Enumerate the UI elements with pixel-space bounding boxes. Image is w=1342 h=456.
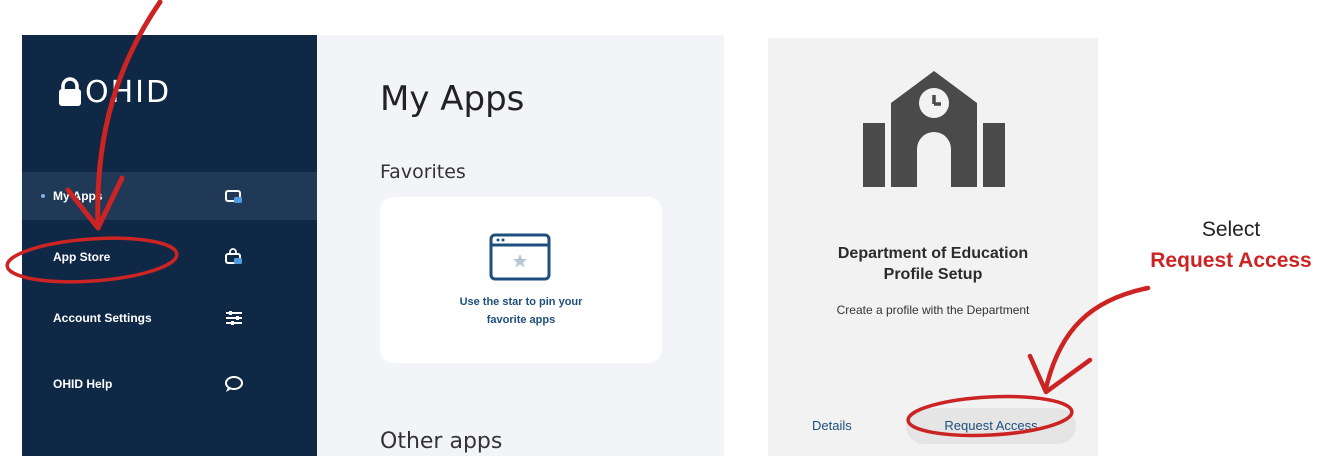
app-card-screenshot: Department of Education Profile Setup Cr…	[768, 28, 1110, 456]
sidebar-item-ohid-help[interactable]: OHID Help	[22, 360, 317, 408]
sidebar-item-label: Account Settings	[53, 311, 152, 325]
favorites-empty-card: Use the star to pin your favorite apps	[380, 197, 662, 363]
app-title-line: Profile Setup	[883, 266, 983, 283]
ohid-portal-screenshot: OHID My Apps App Store Account Settings …	[22, 35, 724, 456]
ohid-logo: OHID	[57, 74, 172, 110]
details-link[interactable]: Details	[812, 418, 852, 433]
lock-icon	[57, 77, 83, 107]
favorites-hint-line: favorite apps	[486, 314, 556, 326]
sidebar-item-app-store[interactable]: App Store	[22, 233, 317, 281]
brand-name: OHID	[85, 74, 172, 110]
school-clock-icon	[855, 65, 1013, 187]
sidebar-item-label: OHID Help	[53, 377, 113, 391]
browser-window-star-icon	[487, 232, 553, 282]
favorites-hint: Use the star to pin your favorite apps	[380, 293, 662, 329]
annotation-select-text: Select	[1201, 218, 1261, 241]
apps-card-icon	[224, 187, 244, 205]
sidebar-item-account-settings[interactable]: Account Settings	[22, 294, 317, 342]
sliders-icon	[224, 309, 244, 327]
request-access-button[interactable]: Request Access	[906, 408, 1076, 444]
other-apps-heading: Other apps	[380, 429, 503, 454]
favorites-hint-line: Use the star to pin your	[459, 296, 583, 308]
app-card: Department of Education Profile Setup Cr…	[768, 38, 1098, 456]
annotation-request-access-text: Request Access	[1150, 249, 1312, 272]
store-bag-icon	[224, 248, 244, 266]
favorites-heading: Favorites	[380, 161, 466, 183]
sidebar-item-label: My Apps	[53, 189, 103, 203]
chat-bubble-icon	[224, 375, 244, 393]
app-title: Department of Education Profile Setup	[768, 243, 1098, 285]
main-content: My Apps Favorites Use the star to pin yo…	[317, 35, 724, 456]
active-indicator	[41, 194, 45, 198]
app-title-line: Department of Education	[837, 245, 1029, 262]
sidebar: OHID My Apps App Store Account Settings …	[22, 35, 317, 456]
sidebar-item-label: App Store	[53, 250, 111, 264]
app-description: Create a profile with the Department	[836, 303, 1030, 317]
page-title: My Apps	[380, 79, 525, 119]
sidebar-item-my-apps[interactable]: My Apps	[22, 172, 317, 220]
